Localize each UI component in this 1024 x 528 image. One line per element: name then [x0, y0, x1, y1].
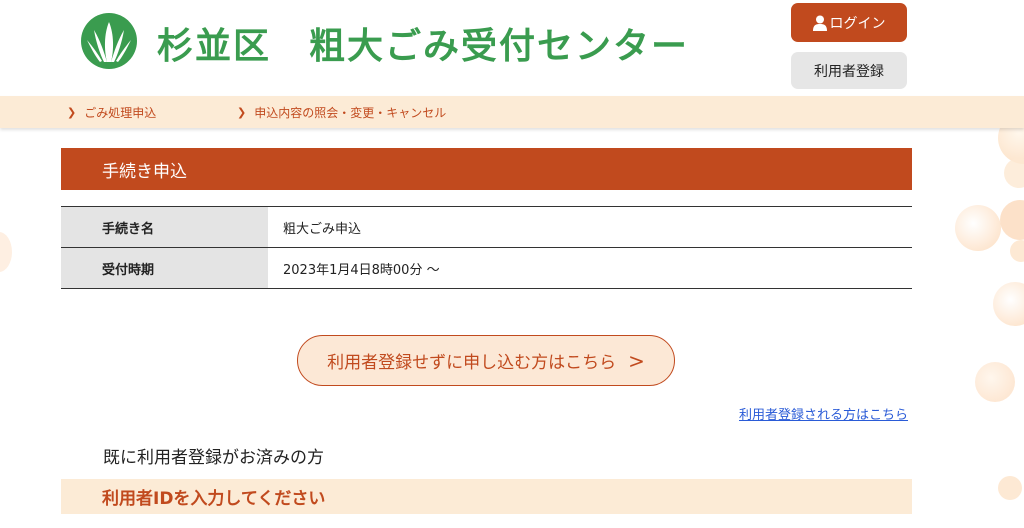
suginami-logo-icon[interactable]	[80, 12, 138, 70]
login-label: ログイン	[829, 15, 886, 32]
enter-id-heading: 利用者IDを入力してください	[61, 479, 912, 514]
decor-bubble	[955, 205, 1001, 251]
decor-bubble	[993, 282, 1024, 326]
decor-bubble	[1010, 240, 1024, 262]
chevron-right-icon: >	[628, 348, 645, 373]
nav-item-inquiry[interactable]: ❯ 申込内容の照会・変更・キャンセル	[237, 96, 446, 128]
decor-bubble	[998, 476, 1022, 500]
chevron-right-icon: ❯	[237, 105, 247, 119]
decor-bubble	[975, 362, 1015, 402]
nav-item-label: 申込内容の照会・変更・キャンセル	[254, 105, 447, 120]
decor-bubble	[1000, 200, 1024, 240]
row-label: 受付時期	[61, 248, 268, 288]
table-row: 手続き名 粗大ごみ申込	[61, 207, 912, 248]
already-registered-heading: 既に利用者登録がお済みの方	[103, 448, 324, 468]
decor-bubble	[0, 232, 12, 272]
chevron-right-icon: ❯	[67, 105, 77, 119]
nav-item-garbage-request[interactable]: ❯ ごみ処理申込	[67, 96, 156, 128]
register-button[interactable]: 利用者登録	[791, 52, 907, 89]
site-header: 杉並区 粗大ごみ受付センター ログイン 利用者登録	[0, 0, 1024, 96]
main-nav: ❯ ごみ処理申込 ❯ 申込内容の照会・変更・キャンセル	[0, 96, 1024, 128]
row-value: 粗大ごみ申込	[283, 221, 362, 237]
decor-bubble	[1004, 158, 1024, 188]
login-button[interactable]: ログイン	[791, 3, 907, 42]
section-title: 手続き申込	[61, 148, 912, 190]
apply-without-registration-button[interactable]: 利用者登録せずに申し込む方はこちら >	[297, 335, 675, 386]
row-value: 2023年1月4日8時00分 〜	[283, 262, 440, 278]
table-row: 受付時期 2023年1月4日8時00分 〜	[61, 248, 912, 289]
button-label: 利用者登録せずに申し込む方はこちら	[327, 353, 617, 373]
site-title: 杉並区 粗大ごみ受付センター	[157, 26, 690, 67]
procedure-info-table: 手続き名 粗大ごみ申込 受付時期 2023年1月4日8時00分 〜	[61, 206, 912, 289]
row-label: 手続き名	[61, 207, 268, 247]
user-icon	[812, 15, 827, 31]
nav-item-label: ごみ処理申込	[84, 105, 157, 120]
register-link[interactable]: 利用者登録される方はこちら	[739, 404, 908, 423]
register-label: 利用者登録	[814, 63, 884, 80]
